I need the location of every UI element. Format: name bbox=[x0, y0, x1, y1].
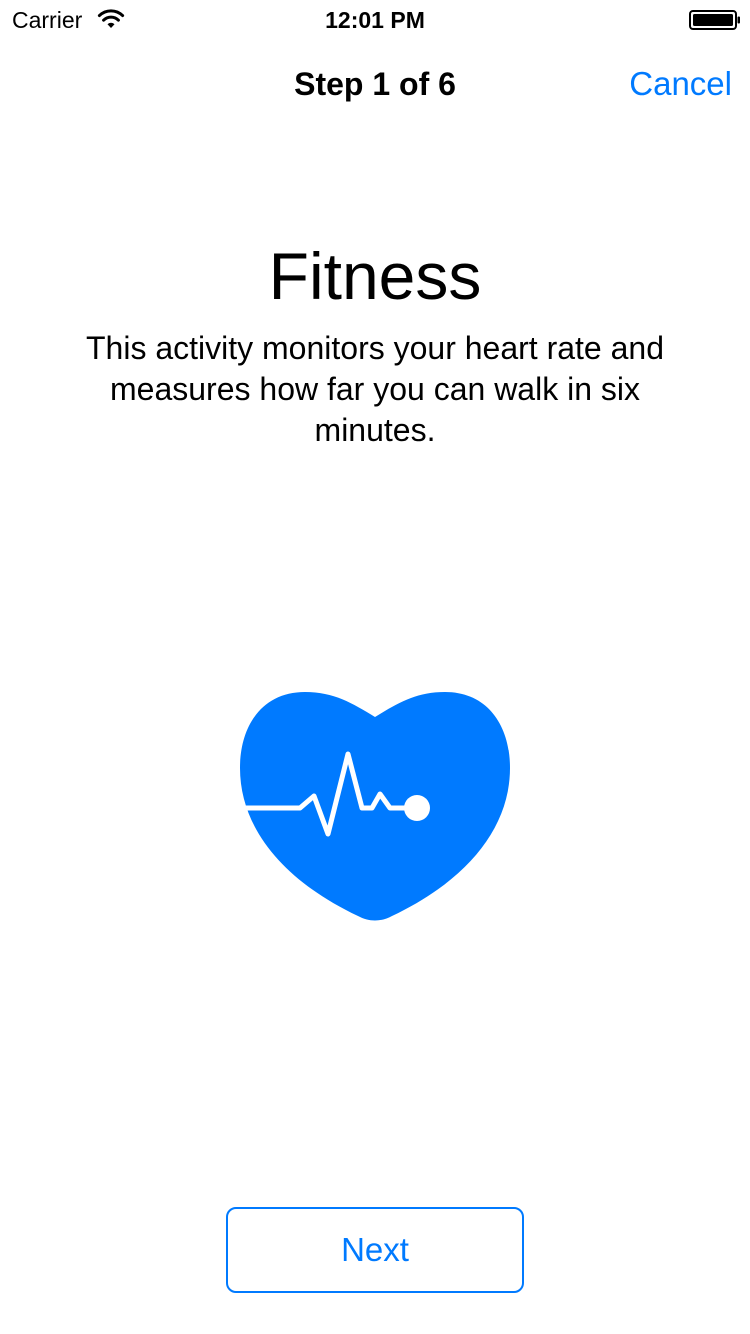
battery-full-icon bbox=[689, 10, 740, 30]
heart-rate-icon bbox=[237, 692, 510, 921]
page-title: Fitness bbox=[268, 239, 482, 314]
next-button[interactable]: Next bbox=[226, 1207, 524, 1293]
status-bar: Carrier 12:01 PM bbox=[0, 0, 750, 40]
cancel-button[interactable]: Cancel bbox=[629, 64, 732, 104]
activity-description: This activity monitors your heart rate a… bbox=[85, 330, 664, 448]
status-time: 12:01 PM bbox=[325, 7, 425, 33]
